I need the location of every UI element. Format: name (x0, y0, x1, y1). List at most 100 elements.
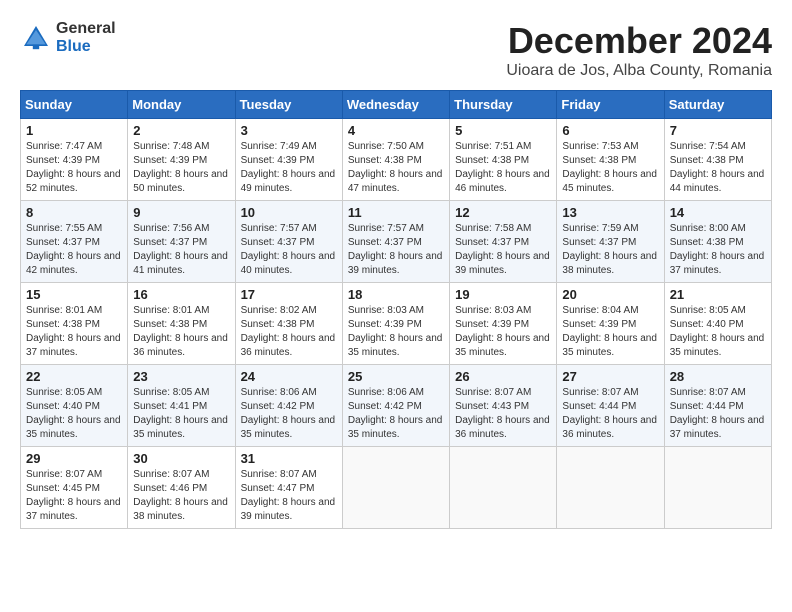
day-number: 27 (562, 369, 658, 384)
day-info: Sunrise: 7:54 AMSunset: 4:38 PMDaylight:… (670, 141, 765, 194)
day-info: Sunrise: 7:47 AMSunset: 4:39 PMDaylight:… (26, 141, 121, 194)
calendar-day-cell: 20 Sunrise: 8:04 AMSunset: 4:39 PMDaylig… (557, 283, 664, 365)
day-info: Sunrise: 7:53 AMSunset: 4:38 PMDaylight:… (562, 141, 657, 194)
day-info: Sunrise: 8:03 AMSunset: 4:39 PMDaylight:… (455, 305, 550, 358)
calendar-day-cell: 28 Sunrise: 8:07 AMSunset: 4:44 PMDaylig… (664, 365, 771, 447)
calendar-day-cell (450, 447, 557, 529)
calendar-day-cell (342, 447, 449, 529)
weekday-header: Wednesday (342, 91, 449, 119)
calendar-day-cell: 5 Sunrise: 7:51 AMSunset: 4:38 PMDayligh… (450, 119, 557, 201)
day-number: 21 (670, 287, 766, 302)
day-number: 18 (348, 287, 444, 302)
day-info: Sunrise: 8:05 AMSunset: 4:40 PMDaylight:… (670, 305, 765, 358)
day-number: 23 (133, 369, 229, 384)
day-number: 19 (455, 287, 551, 302)
calendar-day-cell: 4 Sunrise: 7:50 AMSunset: 4:38 PMDayligh… (342, 119, 449, 201)
day-number: 3 (241, 123, 337, 138)
day-number: 6 (562, 123, 658, 138)
calendar-day-cell: 17 Sunrise: 8:02 AMSunset: 4:38 PMDaylig… (235, 283, 342, 365)
day-number: 15 (26, 287, 122, 302)
day-info: Sunrise: 8:01 AMSunset: 4:38 PMDaylight:… (26, 305, 121, 358)
day-number: 14 (670, 205, 766, 220)
day-number: 5 (455, 123, 551, 138)
calendar-week-row: 15 Sunrise: 8:01 AMSunset: 4:38 PMDaylig… (21, 283, 772, 365)
logo-icon (20, 22, 52, 54)
day-number: 10 (241, 205, 337, 220)
calendar-day-cell: 7 Sunrise: 7:54 AMSunset: 4:38 PMDayligh… (664, 119, 771, 201)
calendar-day-cell: 16 Sunrise: 8:01 AMSunset: 4:38 PMDaylig… (128, 283, 235, 365)
day-number: 12 (455, 205, 551, 220)
day-info: Sunrise: 8:02 AMSunset: 4:38 PMDaylight:… (241, 305, 336, 358)
weekday-header: Monday (128, 91, 235, 119)
day-info: Sunrise: 7:57 AMSunset: 4:37 PMDaylight:… (348, 223, 443, 276)
weekday-header: Friday (557, 91, 664, 119)
calendar-day-cell: 26 Sunrise: 8:07 AMSunset: 4:43 PMDaylig… (450, 365, 557, 447)
calendar-day-cell (557, 447, 664, 529)
day-info: Sunrise: 8:07 AMSunset: 4:43 PMDaylight:… (455, 387, 550, 440)
day-number: 20 (562, 287, 658, 302)
weekday-header: Sunday (21, 91, 128, 119)
calendar-day-cell: 8 Sunrise: 7:55 AMSunset: 4:37 PMDayligh… (21, 201, 128, 283)
logo-text: General Blue (56, 20, 116, 55)
day-info: Sunrise: 7:58 AMSunset: 4:37 PMDaylight:… (455, 223, 550, 276)
calendar-day-cell: 22 Sunrise: 8:05 AMSunset: 4:40 PMDaylig… (21, 365, 128, 447)
calendar-day-cell: 25 Sunrise: 8:06 AMSunset: 4:42 PMDaylig… (342, 365, 449, 447)
calendar-day-cell: 21 Sunrise: 8:05 AMSunset: 4:40 PMDaylig… (664, 283, 771, 365)
title-block: December 2024 Uioara de Jos, Alba County… (506, 20, 772, 80)
weekday-header: Saturday (664, 91, 771, 119)
day-info: Sunrise: 7:59 AMSunset: 4:37 PMDaylight:… (562, 223, 657, 276)
day-info: Sunrise: 7:50 AMSunset: 4:38 PMDaylight:… (348, 141, 443, 194)
day-info: Sunrise: 8:05 AMSunset: 4:40 PMDaylight:… (26, 387, 121, 440)
location-subtitle: Uioara de Jos, Alba County, Romania (506, 62, 772, 80)
day-info: Sunrise: 8:07 AMSunset: 4:44 PMDaylight:… (562, 387, 657, 440)
day-number: 2 (133, 123, 229, 138)
day-info: Sunrise: 7:56 AMSunset: 4:37 PMDaylight:… (133, 223, 228, 276)
calendar-day-cell: 13 Sunrise: 7:59 AMSunset: 4:37 PMDaylig… (557, 201, 664, 283)
calendar-table: SundayMondayTuesdayWednesdayThursdayFrid… (20, 90, 772, 529)
calendar-day-cell: 24 Sunrise: 8:06 AMSunset: 4:42 PMDaylig… (235, 365, 342, 447)
day-info: Sunrise: 8:07 AMSunset: 4:47 PMDaylight:… (241, 469, 336, 522)
logo-general-label: General (56, 20, 116, 38)
day-number: 30 (133, 451, 229, 466)
calendar-day-cell: 14 Sunrise: 8:00 AMSunset: 4:38 PMDaylig… (664, 201, 771, 283)
logo-blue-label: Blue (56, 38, 116, 56)
month-year-title: December 2024 (506, 20, 772, 62)
day-info: Sunrise: 8:01 AMSunset: 4:38 PMDaylight:… (133, 305, 228, 358)
calendar-day-cell: 31 Sunrise: 8:07 AMSunset: 4:47 PMDaylig… (235, 447, 342, 529)
day-info: Sunrise: 7:49 AMSunset: 4:39 PMDaylight:… (241, 141, 336, 194)
calendar-day-cell: 29 Sunrise: 8:07 AMSunset: 4:45 PMDaylig… (21, 447, 128, 529)
calendar-day-cell: 18 Sunrise: 8:03 AMSunset: 4:39 PMDaylig… (342, 283, 449, 365)
calendar-day-cell: 3 Sunrise: 7:49 AMSunset: 4:39 PMDayligh… (235, 119, 342, 201)
calendar-day-cell: 23 Sunrise: 8:05 AMSunset: 4:41 PMDaylig… (128, 365, 235, 447)
day-info: Sunrise: 7:57 AMSunset: 4:37 PMDaylight:… (241, 223, 336, 276)
calendar-day-cell: 27 Sunrise: 8:07 AMSunset: 4:44 PMDaylig… (557, 365, 664, 447)
calendar-day-cell: 9 Sunrise: 7:56 AMSunset: 4:37 PMDayligh… (128, 201, 235, 283)
day-info: Sunrise: 8:05 AMSunset: 4:41 PMDaylight:… (133, 387, 228, 440)
day-info: Sunrise: 8:07 AMSunset: 4:46 PMDaylight:… (133, 469, 228, 522)
calendar-day-cell: 15 Sunrise: 8:01 AMSunset: 4:38 PMDaylig… (21, 283, 128, 365)
calendar-day-cell: 19 Sunrise: 8:03 AMSunset: 4:39 PMDaylig… (450, 283, 557, 365)
day-info: Sunrise: 8:04 AMSunset: 4:39 PMDaylight:… (562, 305, 657, 358)
calendar-day-cell: 11 Sunrise: 7:57 AMSunset: 4:37 PMDaylig… (342, 201, 449, 283)
calendar-week-row: 8 Sunrise: 7:55 AMSunset: 4:37 PMDayligh… (21, 201, 772, 283)
day-info: Sunrise: 7:55 AMSunset: 4:37 PMDaylight:… (26, 223, 121, 276)
calendar-week-row: 1 Sunrise: 7:47 AMSunset: 4:39 PMDayligh… (21, 119, 772, 201)
day-info: Sunrise: 8:07 AMSunset: 4:45 PMDaylight:… (26, 469, 121, 522)
logo: General Blue (20, 20, 116, 55)
day-number: 4 (348, 123, 444, 138)
calendar-day-cell: 30 Sunrise: 8:07 AMSunset: 4:46 PMDaylig… (128, 447, 235, 529)
day-number: 29 (26, 451, 122, 466)
day-info: Sunrise: 7:51 AMSunset: 4:38 PMDaylight:… (455, 141, 550, 194)
day-number: 26 (455, 369, 551, 384)
calendar-day-cell: 2 Sunrise: 7:48 AMSunset: 4:39 PMDayligh… (128, 119, 235, 201)
day-info: Sunrise: 8:00 AMSunset: 4:38 PMDaylight:… (670, 223, 765, 276)
weekday-header-row: SundayMondayTuesdayWednesdayThursdayFrid… (21, 91, 772, 119)
calendar-week-row: 29 Sunrise: 8:07 AMSunset: 4:45 PMDaylig… (21, 447, 772, 529)
calendar-day-cell: 10 Sunrise: 7:57 AMSunset: 4:37 PMDaylig… (235, 201, 342, 283)
day-number: 1 (26, 123, 122, 138)
day-number: 9 (133, 205, 229, 220)
day-info: Sunrise: 8:03 AMSunset: 4:39 PMDaylight:… (348, 305, 443, 358)
day-number: 7 (670, 123, 766, 138)
day-number: 11 (348, 205, 444, 220)
day-info: Sunrise: 8:07 AMSunset: 4:44 PMDaylight:… (670, 387, 765, 440)
